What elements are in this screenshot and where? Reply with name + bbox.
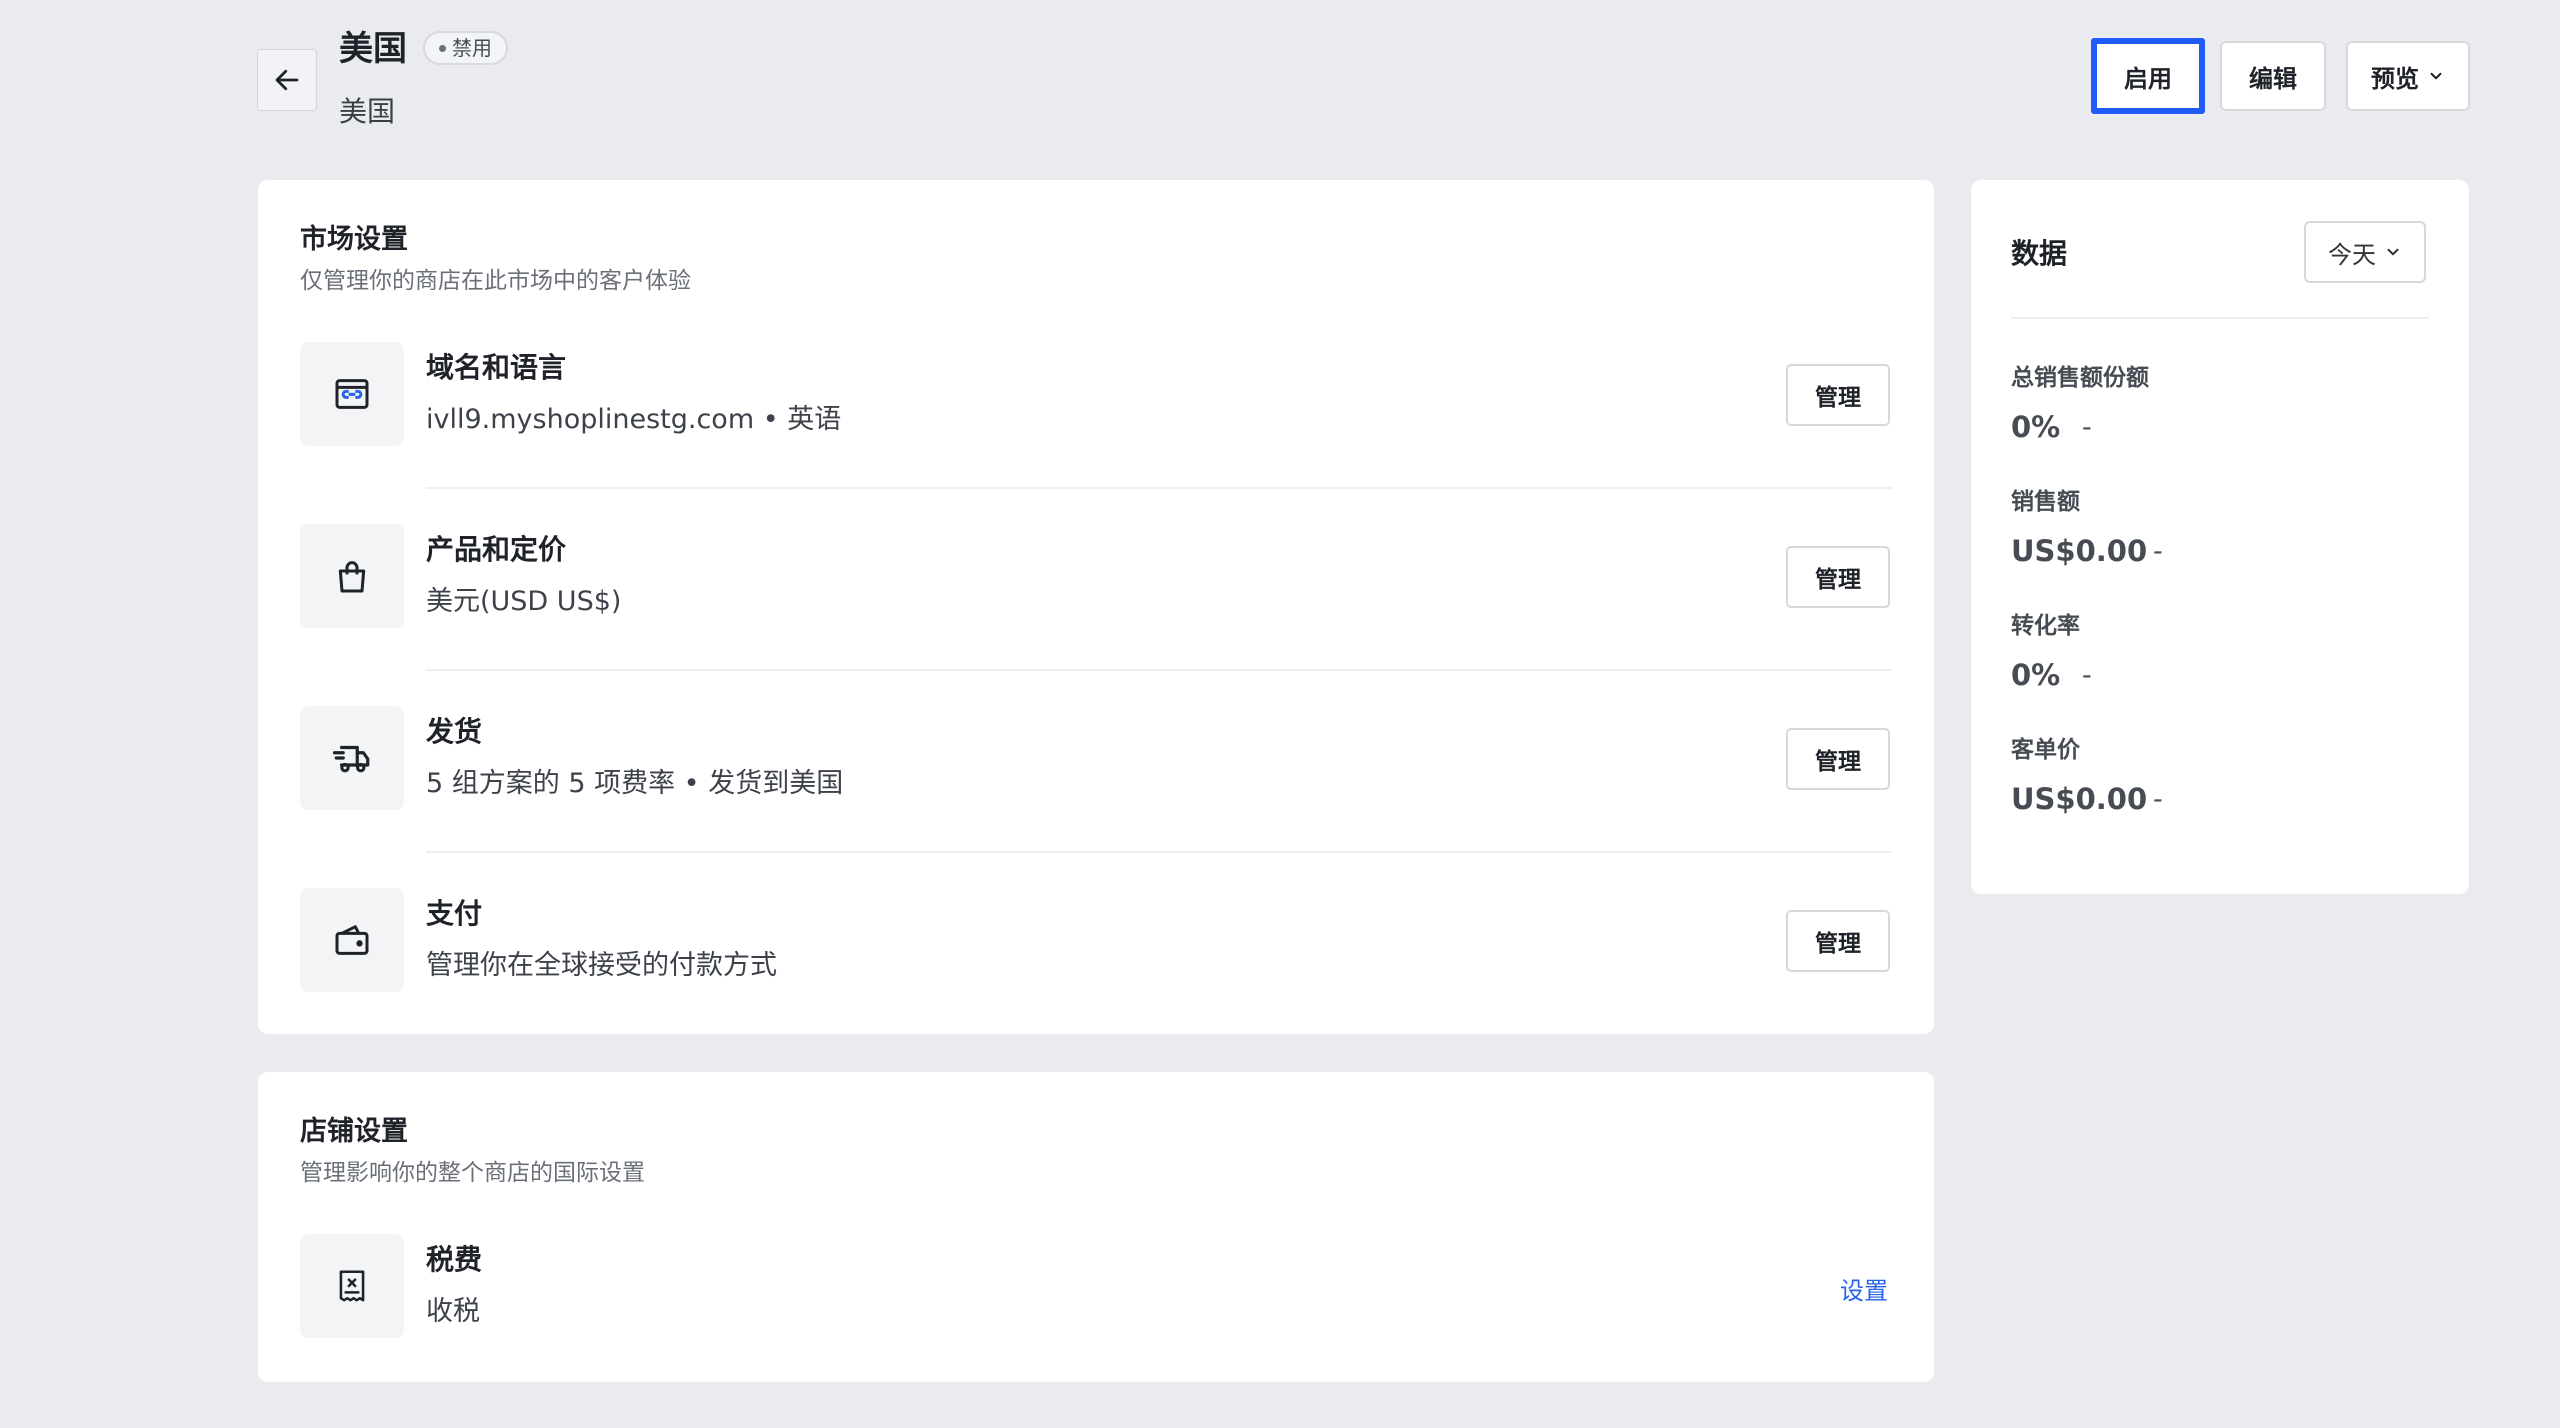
date-range-select[interactable]: 今天 [2304,221,2426,283]
manage-domain-button[interactable]: 管理 [1786,364,1890,426]
row-desc-shipping: 5 组方案的 5 项费率 • 发货到美国 [426,768,844,799]
chevron-down-icon [2430,72,2442,80]
row-title-tax: 税费 [426,1243,483,1276]
shopping-bag-icon-tile [300,524,404,628]
row-desc-products: 美元(USD US$) [426,586,622,617]
data-panel-title: 数据 [2011,237,2068,270]
store-settings-title: 店铺设置 [300,1116,408,1147]
tax-receipt-icon [339,1270,365,1302]
market-settings-description: 仅管理你的商店在此市场中的客户体验 [300,268,691,294]
row-desc-domain: ivll9.myshoplinestg.com • 英语 [426,404,842,435]
preview-button-label: 预览 [2371,64,2419,93]
manage-products-button[interactable]: 管理 [1786,546,1890,608]
metric-label-aov: 客单价 [2011,737,2080,763]
row-title-domain: 域名和语言 [426,351,567,384]
row-divider [426,851,1892,853]
metric-change-conversion: - [2082,660,2092,691]
metric-value-aov: US$0.00 [2011,782,2148,816]
row-title-payments: 支付 [426,897,483,930]
market-settings-title: 市场设置 [300,224,408,255]
enable-button[interactable]: 启用 [2091,38,2205,114]
market-settings-card: 市场设置 仅管理你的商店在此市场中的客户体验 域名和语言 ivll9.mysho… [258,180,1934,1034]
data-panel: 数据 总销售额份额 0% - 销售额 US$0.00 - 转化率 0% - 客单… [1971,180,2469,894]
metric-change-aov: - [2153,784,2163,815]
metric-change-sales-share: - [2082,412,2092,443]
delivery-truck-icon [332,745,370,773]
edit-button[interactable]: 编辑 [2220,41,2326,111]
row-divider [426,487,1892,489]
status-dot-icon [439,44,446,52]
manage-payments-button[interactable]: 管理 [1786,910,1890,972]
date-range-label: 今天 [2328,240,2376,269]
wallet-icon-tile [300,888,404,992]
domain-icon-tile [300,342,404,446]
metric-label-conversion: 转化率 [2011,613,2080,639]
metric-label-sales-share: 总销售额份额 [2011,365,2149,391]
wallet-icon [335,925,369,955]
row-desc-tax: 收税 [426,1296,480,1327]
status-badge: 禁用 [423,31,508,65]
page-title: 美国 [339,29,407,69]
tax-settings-link[interactable]: 设置 [1840,1271,1888,1306]
preview-button[interactable]: 预览 [2346,41,2470,111]
data-panel-divider [2011,317,2429,319]
domain-icon [335,379,369,409]
row-title-shipping: 发货 [426,715,483,748]
chevron-down-icon [2387,248,2399,256]
store-settings-description: 管理影响你的整个商店的国际设置 [300,1160,645,1186]
metric-label-sales: 销售额 [2011,489,2080,515]
row-divider [426,669,1892,671]
store-settings-card: 店铺设置 管理影响你的整个商店的国际设置 税费 收税 设置 [258,1072,1934,1382]
delivery-truck-icon-tile [300,706,404,810]
arrow-left-icon [275,69,299,91]
status-badge-label: 禁用 [452,35,492,60]
metric-value-sales-share: 0% [2011,410,2061,444]
metric-value-conversion: 0% [2011,658,2061,692]
page-subtitle: 美国 [339,95,396,128]
row-desc-payments: 管理你在全球接受的付款方式 [426,950,777,981]
manage-shipping-button[interactable]: 管理 [1786,728,1890,790]
tax-receipt-icon-tile [300,1234,404,1338]
row-title-products: 产品和定价 [426,533,567,566]
back-button[interactable] [257,49,317,111]
shopping-bag-icon [338,561,366,593]
metric-change-sales: - [2153,536,2163,567]
metric-value-sales: US$0.00 [2011,534,2148,568]
